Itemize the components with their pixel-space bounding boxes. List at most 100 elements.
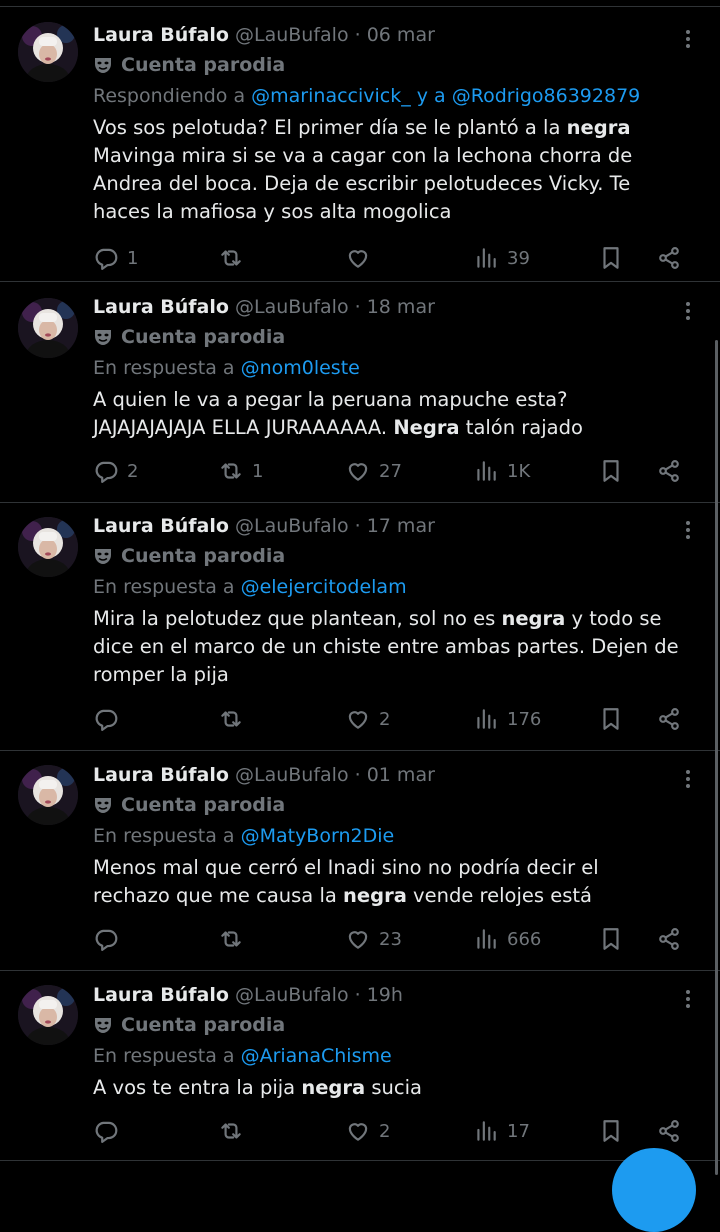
avatar[interactable] bbox=[18, 517, 78, 577]
user-handle[interactable]: @LauBufalo bbox=[235, 515, 349, 537]
share-button[interactable] bbox=[656, 1117, 682, 1145]
more-icon[interactable] bbox=[678, 299, 698, 323]
like-button[interactable]: 23 bbox=[345, 925, 402, 953]
tweet-header: Laura Búfalo @LauBufalo · 18 mar bbox=[93, 295, 680, 319]
repost-button[interactable]: 1 bbox=[218, 457, 263, 485]
tweet[interactable]: Laura Búfalo @LauBufalo · 01 mar Cuenta … bbox=[0, 751, 720, 971]
reply-icon bbox=[95, 461, 118, 483]
bookmark-button[interactable] bbox=[598, 1117, 624, 1145]
views-button[interactable]: 666 bbox=[473, 925, 541, 953]
separator: · bbox=[354, 515, 361, 537]
like-icon bbox=[348, 250, 368, 268]
views-button[interactable]: 39 bbox=[473, 244, 530, 272]
reply-button[interactable] bbox=[93, 1117, 127, 1145]
tweet[interactable]: Laura Búfalo @LauBufalo · 06 mar Cuenta … bbox=[0, 7, 720, 282]
parody-label: Cuenta parodia bbox=[121, 794, 286, 816]
avatar[interactable] bbox=[18, 985, 78, 1045]
more-icon[interactable] bbox=[678, 767, 698, 791]
action-bar: 2 176 bbox=[93, 705, 700, 733]
bookmark-button[interactable] bbox=[598, 457, 624, 485]
like-button[interactable]: 2 bbox=[345, 1117, 390, 1145]
display-name[interactable]: Laura Búfalo bbox=[93, 24, 229, 46]
reply-button[interactable]: 2 bbox=[93, 457, 138, 485]
tweet[interactable]: Laura Búfalo @LauBufalo · 17 mar Cuenta … bbox=[0, 503, 720, 751]
reply-icon bbox=[95, 1121, 118, 1143]
repost-button[interactable] bbox=[218, 1117, 252, 1145]
more-icon[interactable] bbox=[678, 27, 698, 51]
more-icon[interactable] bbox=[678, 987, 698, 1011]
compose-button[interactable] bbox=[612, 1148, 696, 1232]
bookmark-button[interactable] bbox=[598, 244, 624, 272]
display-name[interactable]: Laura Búfalo bbox=[93, 515, 229, 537]
reply-button[interactable] bbox=[93, 705, 127, 733]
tweet[interactable]: Laura Búfalo @LauBufalo · 18 mar Cuenta … bbox=[0, 282, 720, 503]
repost-icon bbox=[221, 463, 241, 479]
user-handle[interactable]: @LauBufalo bbox=[235, 764, 349, 786]
tweet[interactable]: Laura Búfalo @LauBufalo · 19h Cuenta par… bbox=[0, 971, 720, 1161]
timestamp[interactable]: 01 mar bbox=[367, 764, 435, 786]
views-button[interactable]: 1K bbox=[473, 457, 530, 485]
share-icon bbox=[659, 1120, 679, 1142]
repost-button[interactable] bbox=[218, 925, 252, 953]
bookmark-icon bbox=[603, 928, 619, 950]
timestamp[interactable]: 17 mar bbox=[367, 515, 435, 537]
reply-context: Respondiendo a @marinaccivick_ y a @Rodr… bbox=[93, 84, 680, 108]
reply-prefix: En respuesta a bbox=[93, 825, 241, 847]
share-button[interactable] bbox=[656, 457, 682, 485]
bookmark-button[interactable] bbox=[598, 925, 624, 953]
text-segment: Mira la pelotudez que plantean, sol no e… bbox=[93, 607, 502, 630]
tweet-body: Laura Búfalo @LauBufalo · 01 mar Cuenta … bbox=[93, 763, 680, 910]
text-segment: sucia bbox=[365, 1076, 422, 1099]
share-button[interactable] bbox=[656, 925, 682, 953]
avatar[interactable] bbox=[18, 298, 78, 358]
repost-icon bbox=[221, 931, 241, 947]
reply-mentions[interactable]: @nom0leste bbox=[241, 357, 360, 379]
user-handle[interactable]: @LauBufalo bbox=[235, 24, 349, 46]
more-icon[interactable] bbox=[678, 518, 698, 542]
repost-icon bbox=[221, 1123, 241, 1139]
views-button[interactable]: 176 bbox=[473, 705, 541, 733]
reply-button[interactable] bbox=[93, 925, 127, 953]
reply-context: En respuesta a @ArianaChisme bbox=[93, 1044, 680, 1068]
share-button[interactable] bbox=[656, 705, 682, 733]
tweet-header: Laura Búfalo @LauBufalo · 01 mar bbox=[93, 763, 680, 787]
reply-mentions[interactable]: @MatyBorn2Die bbox=[241, 825, 395, 847]
display-name[interactable]: Laura Búfalo bbox=[93, 296, 229, 318]
avatar[interactable] bbox=[18, 22, 78, 82]
reply-mentions[interactable]: @elejercitodelam bbox=[241, 576, 407, 598]
parody-mask-icon bbox=[95, 330, 111, 345]
share-icon bbox=[659, 460, 679, 482]
repost-button[interactable] bbox=[218, 244, 252, 272]
reply-button[interactable]: 1 bbox=[93, 244, 138, 272]
reply-icon bbox=[95, 709, 118, 731]
tweet-text: Vos sos pelotuda? El primer día se le pl… bbox=[93, 114, 680, 226]
avatar[interactable] bbox=[18, 765, 78, 825]
tweet-text: Mira la pelotudez que plantean, sol no e… bbox=[93, 605, 680, 689]
reply-mentions[interactable]: @ArianaChisme bbox=[241, 1045, 392, 1067]
display-name[interactable]: Laura Búfalo bbox=[93, 764, 229, 786]
like-button[interactable] bbox=[345, 244, 379, 272]
reply-context: En respuesta a @MatyBorn2Die bbox=[93, 824, 680, 848]
share-button[interactable] bbox=[656, 244, 682, 272]
user-handle[interactable]: @LauBufalo bbox=[235, 296, 349, 318]
separator: · bbox=[354, 984, 361, 1006]
repost-button[interactable] bbox=[218, 705, 252, 733]
display-name[interactable]: Laura Búfalo bbox=[93, 984, 229, 1006]
like-button[interactable]: 27 bbox=[345, 457, 402, 485]
tweet-header: Laura Búfalo @LauBufalo · 06 mar bbox=[93, 23, 680, 47]
tweet-body: Laura Búfalo @LauBufalo · 06 mar Cuenta … bbox=[93, 23, 680, 226]
views-button[interactable]: 17 bbox=[473, 1117, 530, 1145]
scrollbar[interactable] bbox=[715, 340, 718, 1175]
text-segment: Vos sos pelotuda? El primer día se le pl… bbox=[93, 116, 567, 139]
bookmark-icon bbox=[603, 708, 619, 730]
timestamp[interactable]: 18 mar bbox=[367, 296, 435, 318]
reply-icon bbox=[95, 248, 118, 270]
bookmark-button[interactable] bbox=[598, 705, 624, 733]
user-handle[interactable]: @LauBufalo bbox=[235, 984, 349, 1006]
tweet-text: A quien le va a pegar la peruana mapuche… bbox=[93, 386, 680, 442]
reply-mentions[interactable]: @marinaccivick_ y a @Rodrigo86392879 bbox=[251, 85, 640, 107]
like-button[interactable]: 2 bbox=[345, 705, 390, 733]
timestamp[interactable]: 19h bbox=[367, 984, 403, 1006]
avatar-image bbox=[18, 298, 78, 358]
timestamp[interactable]: 06 mar bbox=[367, 24, 435, 46]
